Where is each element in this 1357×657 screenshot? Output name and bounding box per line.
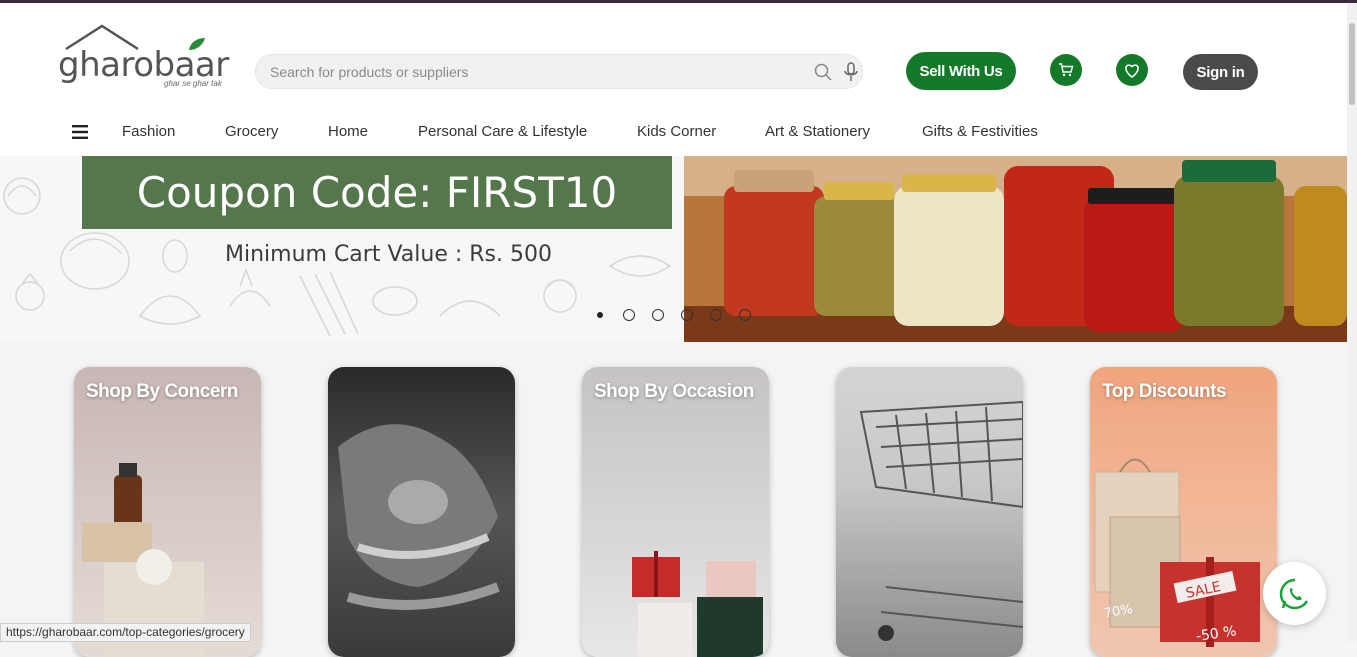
scrollbar-thumb[interactable] xyxy=(1349,23,1355,105)
carousel-dot-1[interactable] xyxy=(597,312,603,318)
brand-logo[interactable]: gharobaar ghar se ghar tak xyxy=(58,23,238,93)
nav-item-fashion[interactable]: Fashion xyxy=(122,123,175,140)
minimum-cart-value: Minimum Cart Value : Rs. 500 xyxy=(225,242,552,267)
carousel-dot-4[interactable] xyxy=(681,309,693,321)
sell-with-us-button[interactable]: Sell With Us xyxy=(906,52,1016,90)
nav-item-art-stationery[interactable]: Art & Stationery xyxy=(765,123,870,140)
shopping-bags-sale-image: SALE 70% -50 % xyxy=(1094,458,1260,647)
page-scrollbar[interactable] xyxy=(1347,3,1357,642)
heart-icon xyxy=(1125,64,1139,78)
cart-icon xyxy=(1059,63,1074,77)
category-nav: Fashion Grocery Home Personal Care & Lif… xyxy=(0,108,1347,156)
coupon-code-box: Coupon Code: FIRST10 xyxy=(82,156,672,229)
link-status-bar: https://gharobaar.com/top-categories/gro… xyxy=(0,623,251,642)
nav-item-grocery[interactable]: Grocery xyxy=(225,123,278,140)
category-card-top-discounts[interactable]: SALE 70% -50 % Top Discounts xyxy=(1090,367,1277,657)
pickle-jars-image xyxy=(684,156,1347,342)
oil-bottle-image xyxy=(82,463,204,657)
cart-button[interactable] xyxy=(1050,54,1082,86)
hamburger-menu-icon[interactable] xyxy=(72,125,88,139)
brand-tagline: ghar se ghar tak xyxy=(164,79,222,88)
gift-boxes-image xyxy=(632,551,763,657)
clay-hands-image xyxy=(338,424,500,610)
site-header: gharobaar ghar se ghar tak Sell With Us … xyxy=(0,3,1347,108)
carousel-dot-3[interactable] xyxy=(652,309,664,321)
nav-item-personal-care[interactable]: Personal Care & Lifestyle xyxy=(418,123,587,140)
nav-item-kids-corner[interactable]: Kids Corner xyxy=(637,123,716,140)
top-categories-section: Shop By Concern Shop By Occasion SALE 70… xyxy=(0,342,1347,657)
card-title: Shop By Concern xyxy=(86,381,238,402)
nav-item-gifts-festivities[interactable]: Gifts & Festivities xyxy=(922,123,1038,140)
category-card-shop-by-occasion[interactable]: Shop By Occasion xyxy=(582,367,769,657)
card-title: Top Discounts xyxy=(1102,381,1227,402)
carousel-dot-5[interactable] xyxy=(710,309,722,321)
whatsapp-icon xyxy=(1279,578,1308,609)
carousel-dot-2[interactable] xyxy=(623,309,635,321)
shopping-cart-image xyxy=(859,400,1023,641)
category-card-artisan-hands[interactable] xyxy=(328,367,515,657)
promo-banner-carousel[interactable]: Coupon Code: FIRST10 Minimum Cart Value … xyxy=(0,156,1347,342)
microphone-icon[interactable] xyxy=(844,62,858,82)
whatsapp-chat-button[interactable] xyxy=(1263,562,1326,625)
category-card-shopping-cart[interactable] xyxy=(836,367,1023,657)
carousel-dot-6[interactable] xyxy=(739,309,751,321)
search-input[interactable] xyxy=(270,55,790,88)
wishlist-button[interactable] xyxy=(1116,54,1148,86)
sign-in-button[interactable]: Sign in xyxy=(1183,54,1258,90)
category-card-shop-by-concern[interactable]: Shop By Concern xyxy=(74,367,261,657)
carousel-indicators xyxy=(594,309,751,321)
search-bar xyxy=(255,54,863,89)
nav-item-home[interactable]: Home xyxy=(328,123,368,140)
card-title: Shop By Occasion xyxy=(594,381,754,402)
search-icon[interactable] xyxy=(814,63,832,81)
